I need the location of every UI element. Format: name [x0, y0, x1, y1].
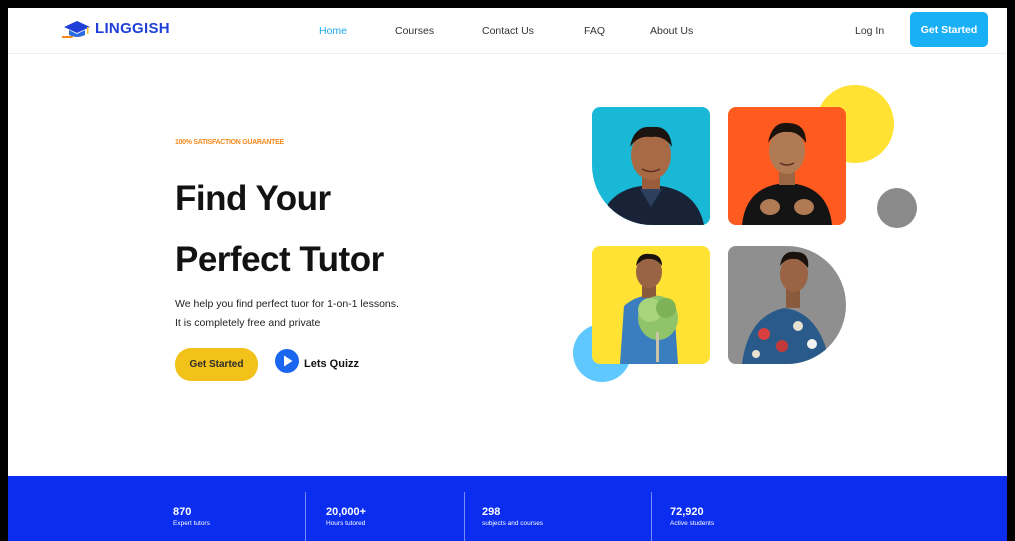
nav-about-us[interactable]: About Us — [650, 25, 693, 37]
graduation-cap-icon — [62, 17, 92, 39]
hero-headline: Find Your Perfect Tutor — [175, 168, 384, 290]
nav-get-started-button[interactable]: Get Started — [910, 12, 988, 47]
landing-page: LINGGISH Home Courses Contact Us FAQ Abo… — [8, 8, 1007, 541]
stat-value: 870 — [173, 506, 192, 518]
stat-hours-tutored: 20,000+ Hours tutored — [326, 506, 366, 527]
nav-home[interactable]: Home — [319, 25, 347, 37]
stat-label: Hours tutored — [326, 520, 366, 527]
logo-text: LINGGISH — [95, 19, 170, 37]
play-icon — [275, 349, 299, 378]
stat-divider — [305, 492, 306, 541]
login-link[interactable]: Log In — [855, 25, 884, 37]
hero-description: We help you find perfect tuor for 1-on-1… — [175, 295, 399, 333]
description-line-2: It is completely free and private — [175, 317, 321, 329]
tutor-photo-1 — [592, 107, 710, 225]
logo[interactable]: LINGGISH — [62, 17, 170, 39]
stat-value: 72,920 — [670, 506, 704, 518]
stats-bar: 870 Expert tutors 20,000+ Hours tutored … — [8, 476, 1007, 541]
stat-active-students: 72,920 Active students — [670, 506, 714, 527]
stat-divider — [651, 492, 652, 541]
satisfaction-eyebrow: 100% SATISFACTION GUARANTEE — [175, 139, 284, 146]
tutor-photo-4 — [728, 246, 846, 364]
lets-quizz-label: Lets Quizz — [304, 357, 360, 370]
top-navbar: LINGGISH Home Courses Contact Us FAQ Abo… — [8, 8, 1007, 54]
headline-line-1: Find Your — [175, 179, 331, 218]
stat-expert-tutors: 870 Expert tutors — [173, 506, 210, 527]
stat-subjects-courses: 298 subjects and courses — [482, 506, 543, 527]
lets-quizz-button[interactable]: Lets Quizz — [275, 349, 359, 378]
tutor-photo-2 — [728, 107, 846, 225]
nav-faq[interactable]: FAQ — [584, 25, 605, 37]
stat-divider — [464, 492, 465, 541]
nav-courses[interactable]: Courses — [395, 25, 434, 37]
stat-label: Expert tutors — [173, 520, 210, 527]
stat-label: Active students — [670, 520, 715, 527]
nav-contact-us[interactable]: Contact Us — [482, 25, 534, 37]
stat-label: subjects and courses — [482, 520, 544, 527]
gray-circle-decoration — [877, 188, 917, 228]
hero-get-started-button[interactable]: Get Started — [175, 348, 258, 381]
stat-value: 20,000+ — [326, 506, 367, 518]
headline-line-2: Perfect Tutor — [175, 240, 384, 279]
tutor-photo-3 — [592, 246, 710, 364]
stat-value: 298 — [482, 506, 501, 518]
description-line-1: We help you find perfect tuor for 1-on-1… — [175, 298, 399, 310]
